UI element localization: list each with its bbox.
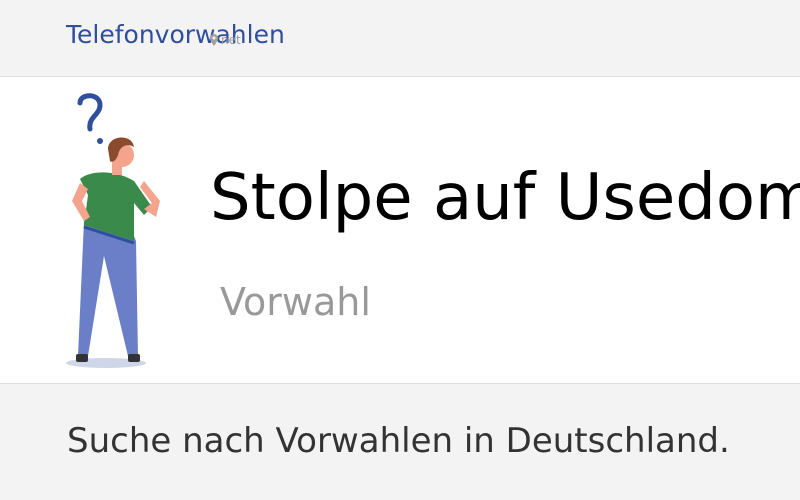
site-logo-link[interactable]: Telefonvorwahlen: [66, 18, 285, 52]
question-mark-icon: [77, 93, 103, 144]
search-heading: Suche nach Vorwahlen in Deutschland.: [67, 421, 730, 461]
logo-title: Telefonvorwahlen: [66, 20, 285, 49]
logo-subtitle: net: [210, 33, 241, 47]
page-subtitle: Vorwahl: [220, 280, 371, 324]
logo-sub-text: net: [221, 33, 241, 47]
map-pin-icon: [210, 34, 218, 46]
site-header: Telefonvorwahlen net: [0, 0, 800, 77]
thinking-person-illustration: [66, 93, 160, 368]
hero-section: Stolpe auf Usedom Vorwahl: [0, 77, 800, 384]
city-title: Stolpe auf Usedom: [210, 161, 800, 235]
